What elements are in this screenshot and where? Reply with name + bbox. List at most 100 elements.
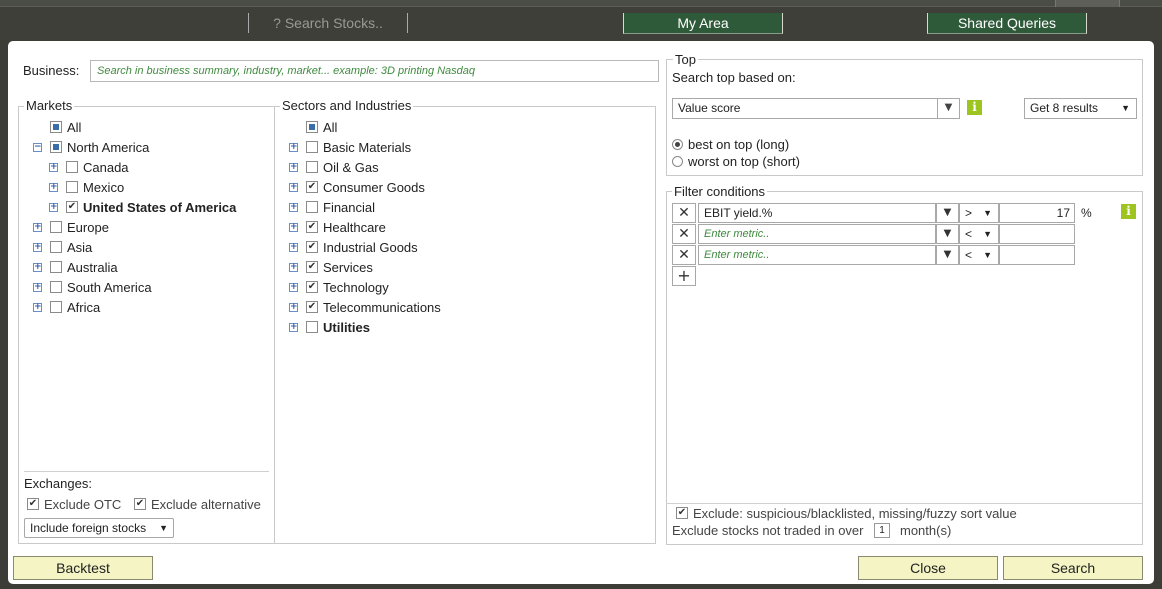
market-checkbox[interactable] — [50, 281, 62, 293]
metric-input[interactable]: Enter metric.. — [698, 245, 936, 265]
results-count-select[interactable]: Get 8 results ▼ — [1024, 98, 1137, 119]
market-item-south-america[interactable]: + South America — [33, 278, 152, 296]
shared-queries-button[interactable]: Shared Queries — [927, 13, 1087, 34]
expand-icon[interactable]: + — [289, 242, 298, 252]
operator-select[interactable]: < ▼ — [959, 245, 999, 265]
market-checkbox[interactable] — [66, 181, 78, 193]
expand-icon[interactable]: + — [33, 262, 42, 272]
sector-item-oil-gas[interactable]: + Oil & Gas — [289, 158, 379, 176]
remove-filter-button[interactable]: ✕ — [672, 203, 696, 223]
search-button[interactable]: Search — [1003, 556, 1143, 580]
expand-icon[interactable]: + — [33, 222, 42, 232]
sector-item-all[interactable]: All — [289, 118, 337, 136]
worst-on-top-radio[interactable] — [672, 155, 683, 167]
best-on-top-option[interactable]: best on top (long) — [672, 135, 789, 153]
expand-icon[interactable]: + — [49, 182, 58, 192]
expand-icon[interactable]: + — [289, 142, 298, 152]
sector-checkbox[interactable] — [306, 321, 318, 333]
market-item-europe[interactable]: + Europe — [33, 218, 109, 236]
sector-checkbox[interactable] — [306, 181, 318, 193]
metric-input[interactable]: EBIT yield.% — [698, 203, 936, 223]
sector-checkbox[interactable] — [306, 121, 318, 133]
expand-icon[interactable]: + — [49, 202, 58, 212]
market-item-africa[interactable]: + Africa — [33, 298, 100, 316]
remove-filter-button[interactable]: ✕ — [672, 224, 696, 244]
expand-icon[interactable]: + — [289, 302, 298, 312]
expand-icon[interactable]: + — [33, 242, 42, 252]
close-button[interactable]: Close — [858, 556, 998, 580]
exclude-alternative-option[interactable]: Exclude alternative — [134, 495, 261, 513]
exclude-alternative-checkbox[interactable] — [134, 498, 146, 510]
business-search-input[interactable]: Search in business summary, industry, ma… — [90, 60, 659, 82]
sector-checkbox[interactable] — [306, 261, 318, 273]
sector-checkbox[interactable] — [306, 221, 318, 233]
sector-checkbox[interactable] — [306, 241, 318, 253]
market-checkbox[interactable] — [50, 121, 62, 133]
sector-item-consumer-goods[interactable]: + Consumer Goods — [289, 178, 425, 196]
market-item-asia[interactable]: + Asia — [33, 238, 92, 256]
market-checkbox[interactable] — [50, 301, 62, 313]
operator-select[interactable]: < ▼ — [959, 224, 999, 244]
filter-value-input[interactable]: 17 — [999, 203, 1075, 223]
market-item-united-states-of-america[interactable]: + United States of America — [49, 198, 236, 216]
sector-item-telecommunications[interactable]: + Telecommunications — [289, 298, 441, 316]
market-item-north-america[interactable]: − North America — [33, 138, 149, 156]
market-item-mexico[interactable]: + Mexico — [49, 178, 124, 196]
remove-filter-button[interactable]: ✕ — [672, 245, 696, 265]
filter-value-input[interactable] — [999, 224, 1075, 244]
sector-checkbox[interactable] — [306, 141, 318, 153]
sector-item-financial[interactable]: + Financial — [289, 198, 375, 216]
sector-item-technology[interactable]: + Technology — [289, 278, 389, 296]
filter-value-input[interactable] — [999, 245, 1075, 265]
metric-dropdown-arrow-icon[interactable]: ▼ — [936, 224, 959, 244]
sector-checkbox[interactable] — [306, 301, 318, 313]
market-checkbox[interactable] — [50, 141, 62, 153]
sector-item-services[interactable]: + Services — [289, 258, 373, 276]
sector-checkbox[interactable] — [306, 201, 318, 213]
sector-item-basic-materials[interactable]: + Basic Materials — [289, 138, 411, 156]
expand-icon[interactable]: + — [289, 162, 298, 172]
sector-item-industrial-goods[interactable]: + Industrial Goods — [289, 238, 418, 256]
exclude-otc-option[interactable]: Exclude OTC — [27, 495, 121, 513]
worst-on-top-option[interactable]: worst on top (short) — [672, 152, 800, 170]
expand-icon[interactable]: + — [289, 282, 298, 292]
operator-select[interactable]: > ▼ — [959, 203, 999, 223]
expand-icon[interactable]: + — [289, 222, 298, 232]
exclude-suspicious-option[interactable]: Exclude: suspicious/blacklisted, missing… — [676, 504, 1017, 522]
metric-dropdown-arrow-icon[interactable]: ▼ — [936, 203, 959, 223]
metric-dropdown-arrow-icon[interactable]: ▼ — [936, 245, 959, 265]
exclude-suspicious-checkbox[interactable] — [676, 507, 688, 519]
market-checkbox[interactable] — [50, 261, 62, 273]
filter-info-icon[interactable]: i — [1121, 204, 1136, 219]
sector-item-utilities[interactable]: + Utilities — [289, 318, 370, 336]
market-checkbox[interactable] — [50, 241, 62, 253]
best-on-top-radio[interactable] — [672, 138, 683, 150]
market-item-australia[interactable]: + Australia — [33, 258, 118, 276]
expand-icon[interactable]: + — [289, 182, 298, 192]
score-select[interactable]: Value score ▼ — [672, 98, 960, 119]
collapse-icon[interactable]: − — [33, 142, 42, 152]
expand-icon[interactable]: + — [289, 262, 298, 272]
top-info-icon[interactable]: i — [967, 100, 982, 115]
my-area-button[interactable]: My Area — [623, 13, 783, 34]
search-stocks-input[interactable]: ? Search Stocks.. — [248, 13, 408, 33]
market-checkbox[interactable] — [50, 221, 62, 233]
expand-icon[interactable]: + — [33, 302, 42, 312]
metric-input[interactable]: Enter metric.. — [698, 224, 936, 244]
foreign-stocks-select[interactable]: Include foreign stocks ▼ — [24, 518, 174, 538]
top-strip-tab[interactable] — [1055, 0, 1120, 7]
not-traded-months-input[interactable]: 1 — [874, 523, 890, 538]
score-dropdown-arrow-icon[interactable]: ▼ — [937, 99, 959, 118]
expand-icon[interactable]: + — [49, 162, 58, 172]
expand-icon[interactable]: + — [33, 282, 42, 292]
expand-icon[interactable]: + — [289, 202, 298, 212]
add-filter-button[interactable]: + — [672, 266, 696, 286]
market-item-canada[interactable]: + Canada — [49, 158, 129, 176]
exclude-otc-checkbox[interactable] — [27, 498, 39, 510]
sector-item-healthcare[interactable]: + Healthcare — [289, 218, 386, 236]
sector-checkbox[interactable] — [306, 161, 318, 173]
market-checkbox[interactable] — [66, 201, 78, 213]
market-item-all[interactable]: All — [33, 118, 81, 136]
market-checkbox[interactable] — [66, 161, 78, 173]
sector-checkbox[interactable] — [306, 281, 318, 293]
